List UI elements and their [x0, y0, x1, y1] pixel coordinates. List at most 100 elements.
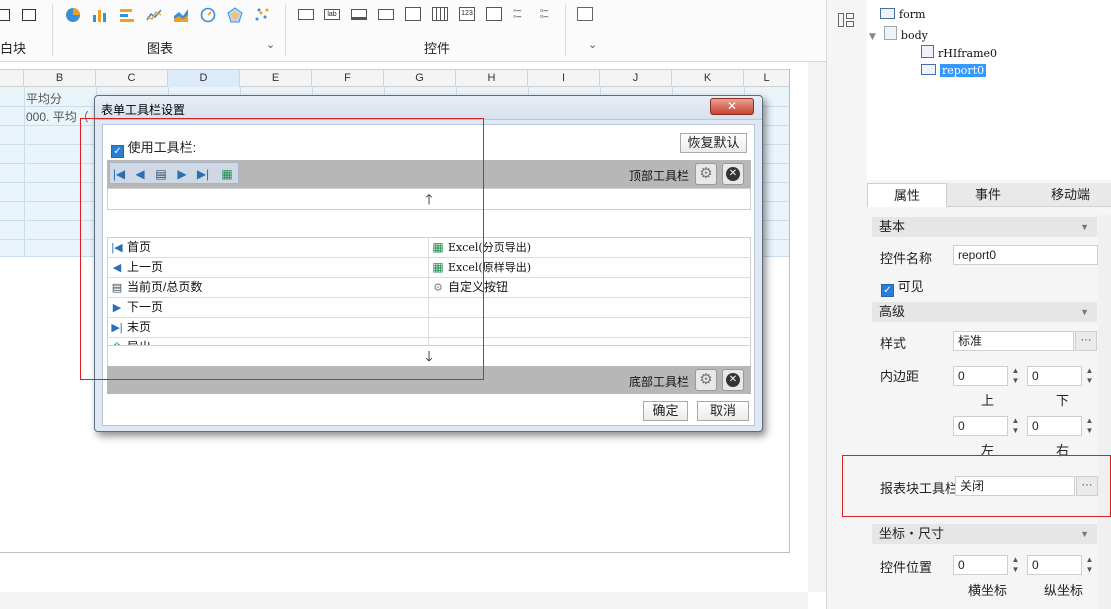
label-control-icon[interactable]: lab: [324, 9, 340, 20]
properties-panel: form ▼ body rHIframe0 report0 属性 事件 移动端 基…: [826, 0, 1111, 609]
collapse-icon: ▼: [1080, 307, 1089, 317]
gauge-chart-icon[interactable]: [200, 7, 216, 23]
remove-toolbar-button[interactable]: ✕: [722, 163, 744, 185]
position-x-spinner[interactable]: ▲ ▼: [1009, 555, 1022, 575]
padding-bottom-input[interactable]: 0: [1027, 366, 1082, 386]
form-control-icon[interactable]: [405, 7, 421, 21]
frame-icon: [921, 45, 934, 58]
column-header[interactable]: E: [240, 70, 312, 87]
control-name-input[interactable]: report0: [953, 245, 1098, 265]
column-header[interactable]: C: [96, 70, 168, 87]
expand-icon[interactable]: ▼: [869, 32, 876, 42]
ribbon-separator: [285, 4, 286, 56]
gear-icon[interactable]: ⚙: [695, 369, 717, 391]
area-chart-icon[interactable]: [173, 7, 189, 23]
tab-properties[interactable]: 属性: [867, 183, 947, 207]
column-header[interactable]: G: [384, 70, 456, 87]
y-coord-caption: 纵坐标: [1044, 583, 1084, 598]
section-basic[interactable]: 基本 ▼: [872, 217, 1097, 237]
collapse-icon: ▼: [1080, 529, 1089, 539]
tab-mobile[interactable]: 移动端: [1029, 183, 1111, 207]
ribbon-group-block-label: 白块: [0, 41, 27, 56]
column-header[interactable]: L: [744, 70, 790, 87]
column-header[interactable]: J: [600, 70, 672, 87]
column-header[interactable]: K: [672, 70, 744, 87]
ribbon-toolbar: 白块 图表 ⌄ lab 123 ◦– ◦– ▫– ▫– 控件 ⌄: [0, 0, 826, 62]
horizontal-scrollbar[interactable]: [0, 592, 808, 609]
textarea-control-icon[interactable]: [486, 7, 502, 21]
dropdown-control-icon[interactable]: [378, 9, 394, 20]
padding-top-input[interactable]: 0: [953, 366, 1008, 386]
column-header[interactable]: I: [528, 70, 600, 87]
close-icon: ✕: [726, 167, 740, 181]
section-coordinates[interactable]: 坐标・尺寸 ▼: [872, 524, 1097, 544]
cancel-button[interactable]: 取消: [697, 401, 749, 421]
number-control-icon[interactable]: 123: [459, 7, 475, 21]
section-advanced[interactable]: 高级 ▼: [872, 302, 1097, 322]
chevron-down-icon[interactable]: ⌄: [588, 38, 597, 51]
button-control-icon[interactable]: [351, 9, 367, 20]
padding-left-input[interactable]: 0: [953, 416, 1008, 436]
component-tree: form ▼ body rHIframe0 report0: [867, 0, 1111, 180]
padding-top-spinner[interactable]: ▲ ▼: [1009, 366, 1022, 386]
column-header[interactable]: H: [456, 70, 528, 87]
position-y-input[interactable]: 0: [1027, 555, 1082, 575]
padding-right-spinner[interactable]: ▲ ▼: [1083, 416, 1096, 436]
cell-b1[interactable]: 平均分: [26, 90, 62, 107]
padding-left-spinner[interactable]: ▲ ▼: [1009, 416, 1022, 436]
ribbon-separator: [565, 4, 566, 56]
style-label: 样式: [880, 336, 907, 351]
visible-checkbox[interactable]: ✓ 可见: [881, 276, 924, 297]
top-toolbar-label: 顶部工具栏: [629, 169, 690, 183]
bar-chart-icon[interactable]: [92, 7, 108, 23]
chevron-down-icon[interactable]: ⌄: [266, 38, 275, 51]
horizontal-bar-chart-icon[interactable]: [119, 7, 135, 23]
vertical-scrollbar[interactable]: [808, 62, 826, 592]
column-header[interactable]: F: [312, 70, 384, 87]
scatter-chart-icon[interactable]: [254, 7, 270, 23]
search-icon[interactable]: [577, 7, 593, 21]
panel-tabs: 属性 事件 移动端: [867, 183, 1111, 207]
textbox-control-icon[interactable]: [298, 9, 314, 20]
padding-bottom-spinner[interactable]: ▲ ▼: [1083, 366, 1096, 386]
checkbox-group-icon[interactable]: ▫– ▫–: [540, 6, 556, 21]
position-label: 控件位置: [880, 560, 933, 575]
ok-button[interactable]: 确定: [643, 401, 688, 421]
collapse-icon: ▼: [1080, 222, 1089, 232]
tree-node-report[interactable]: report0: [921, 63, 987, 79]
column-header[interactable]: [0, 70, 24, 87]
style-picker-button[interactable]: ···: [1075, 331, 1097, 351]
date-control-icon[interactable]: [432, 7, 448, 21]
tree-node-body[interactable]: ▼ body: [869, 26, 928, 42]
x-coord-caption: 横坐标: [968, 583, 1008, 598]
tree-node-frame[interactable]: rHIframe0: [921, 45, 997, 61]
position-y-spinner[interactable]: ▲ ▼: [1083, 555, 1096, 575]
restore-default-button[interactable]: 恢复默认: [680, 133, 747, 153]
pie-chart-icon[interactable]: [65, 7, 81, 23]
close-icon: ✕: [726, 373, 740, 387]
position-x-input[interactable]: 0: [953, 555, 1008, 575]
column-header[interactable]: B: [24, 70, 96, 87]
padding-right-input[interactable]: 0: [1027, 416, 1082, 436]
layout-icon[interactable]: [22, 9, 36, 21]
line-chart-icon[interactable]: [146, 7, 162, 23]
bottom-toolbar-label: 底部工具栏: [629, 375, 690, 389]
tree-node-form[interactable]: form: [880, 7, 925, 23]
gear-icon[interactable]: ⚙: [695, 163, 717, 185]
padding-bottom-caption: 下: [1056, 393, 1070, 408]
body-icon: [883, 26, 897, 40]
padding-label: 内边距: [880, 369, 920, 384]
tab-events[interactable]: 事件: [947, 183, 1029, 207]
dialog-titlebar[interactable]: 表单工具栏设置 ✕: [95, 96, 762, 120]
radio-group-icon[interactable]: ◦– ◦–: [513, 6, 529, 21]
highlight-box: [80, 118, 484, 380]
remove-toolbar-button[interactable]: ✕: [722, 369, 744, 391]
radar-chart-icon[interactable]: [227, 7, 243, 23]
table-icon[interactable]: [0, 9, 10, 21]
style-input[interactable]: 标准: [953, 331, 1074, 351]
layout-toggle-icon[interactable]: [838, 13, 854, 27]
panel-scrollbar[interactable]: [1098, 215, 1111, 609]
close-button[interactable]: ✕: [710, 98, 754, 115]
form-icon: [880, 8, 895, 19]
column-header-selected[interactable]: D: [168, 70, 240, 87]
